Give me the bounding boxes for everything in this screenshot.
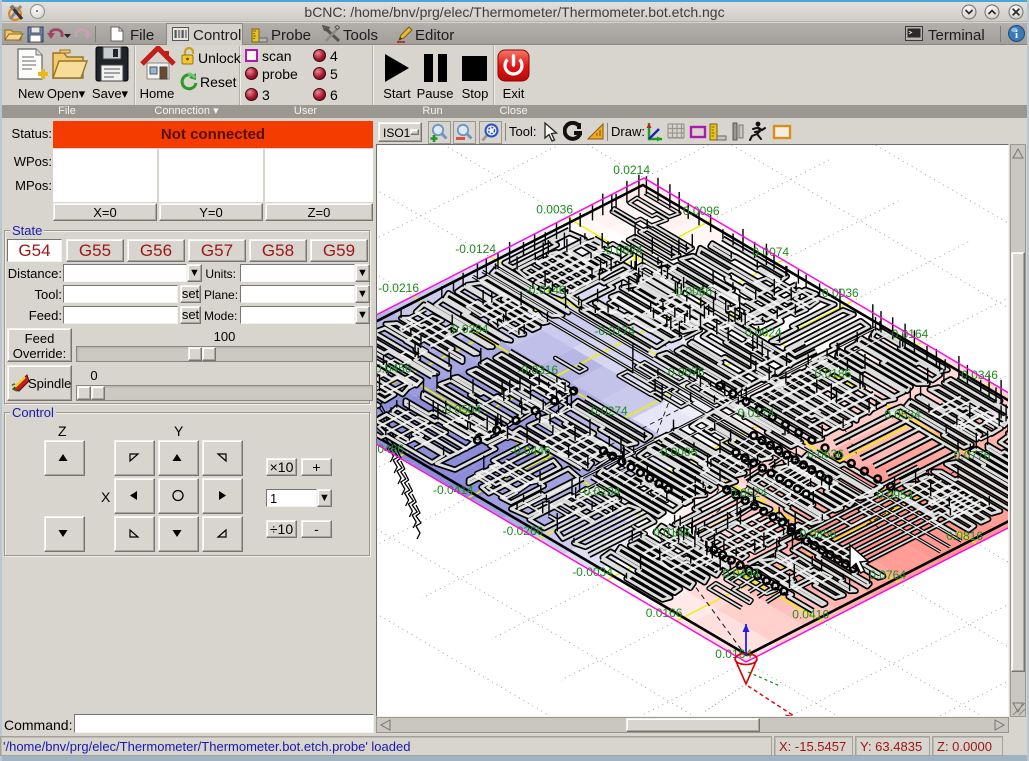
svg-text:-0.0146: -0.0146 [525, 283, 566, 297]
svg-text:0.0534: 0.0534 [884, 407, 921, 421]
svg-text:0.0164: 0.0164 [892, 327, 929, 341]
svg-text:-0.0486: -0.0486 [377, 442, 404, 456]
svg-text:-0.0024: -0.0024 [602, 243, 643, 257]
svg-text:0.0416: 0.0416 [792, 608, 829, 622]
svg-text:-0.0274: -0.0274 [587, 404, 628, 418]
svg-text:0.0006: 0.0006 [661, 445, 698, 459]
svg-text:-0.0294: -0.0294 [448, 322, 489, 336]
svg-text:-0.0204: -0.0204 [580, 485, 621, 499]
svg-text:0.0954: 0.0954 [877, 488, 914, 502]
svg-text:0.0174: 0.0174 [738, 406, 775, 420]
svg-text:0.0856: 0.0856 [800, 527, 837, 541]
svg-text:0.0036: 0.0036 [536, 202, 573, 216]
svg-text:0.0524: 0.0524 [730, 486, 767, 500]
svg-text:0.0776: 0.0776 [954, 448, 991, 462]
svg-text:0.0816: 0.0816 [946, 529, 983, 543]
svg-text:-0.0504: -0.0504 [440, 403, 481, 417]
svg-text:-0.0446: -0.0446 [510, 444, 551, 458]
svg-text:0.0096: 0.0096 [683, 204, 720, 218]
svg-text:-0.0174: -0.0174 [594, 324, 635, 338]
svg-text:-0.0216: -0.0216 [378, 281, 419, 295]
svg-text:0.0146: 0.0146 [653, 526, 690, 540]
svg-text:i: i [1015, 29, 1018, 41]
svg-text:0.0346: 0.0346 [961, 368, 998, 382]
svg-text:-0.0316: -0.0316 [517, 363, 558, 377]
svg-text:0.0214: 0.0214 [613, 163, 650, 177]
svg-text:0.0024: 0.0024 [745, 325, 782, 339]
svg-text:-0.0066: -0.0066 [671, 284, 712, 298]
svg-text:0.0494: 0.0494 [723, 567, 760, 581]
svg-text:-0.0124: -0.0124 [455, 242, 496, 256]
svg-text:0.0636: 0.0636 [807, 447, 844, 461]
svg-text:-0.0456: -0.0456 [377, 362, 412, 376]
svg-text:0.0186: 0.0186 [815, 366, 852, 380]
svg-text:-0.0076: -0.0076 [664, 365, 705, 379]
svg-text:0.0764: 0.0764 [869, 568, 906, 582]
